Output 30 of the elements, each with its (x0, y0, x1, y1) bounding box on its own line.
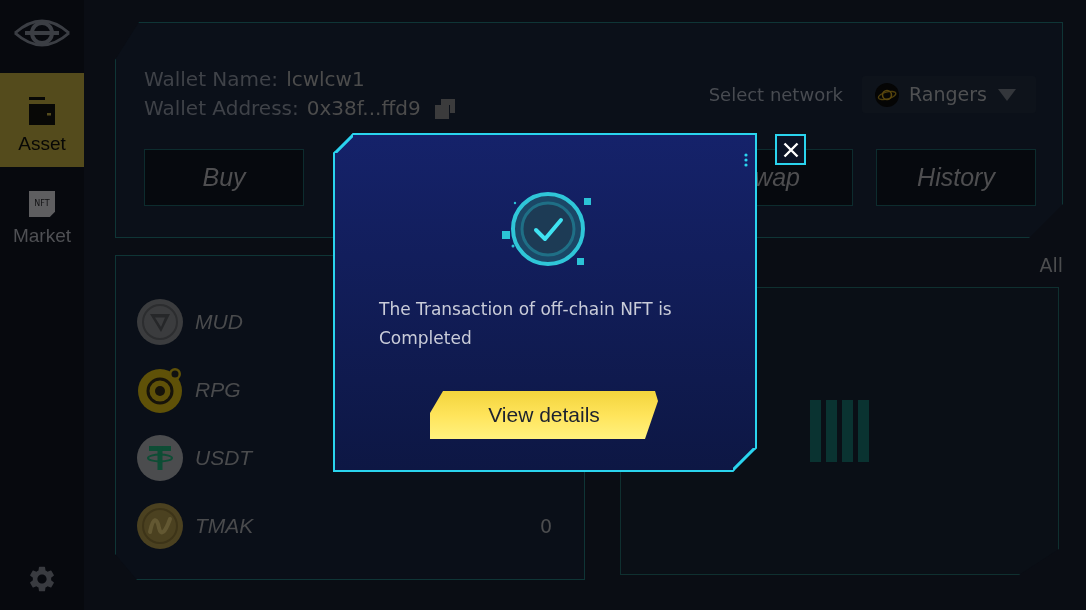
caret-icon (998, 88, 1016, 101)
view-details-button[interactable]: View details (430, 391, 658, 439)
network-coin-icon (875, 82, 899, 107)
network-label: Select network (708, 83, 843, 107)
sidebar-item[interactable]: Asset (0, 73, 84, 167)
wallet-icon (29, 97, 55, 125)
wallet-address: 0x38f...ffd9 (306, 95, 421, 122)
close-button[interactable] (775, 134, 806, 165)
sidebar-item[interactable]: NFT Market (0, 167, 84, 261)
token-name: TMAK (195, 513, 254, 540)
token-name: MUD (195, 309, 243, 336)
success-check-icon (501, 191, 593, 268)
token-name: USDT (195, 445, 253, 472)
empty-bars-icon (810, 400, 869, 462)
token-amount: 0 (539, 513, 552, 539)
close-icon (782, 141, 799, 158)
coin-icon (137, 435, 183, 481)
coin-icon (137, 503, 183, 549)
dots-icon (744, 153, 748, 167)
nft-tile: NFT (29, 191, 55, 217)
copy-icon[interactable] (434, 98, 455, 119)
settings-icon[interactable] (30, 566, 54, 592)
filter-button[interactable]: All (1039, 250, 1063, 280)
action-button[interactable]: Buy (144, 149, 304, 206)
action-button[interactable]: History (876, 149, 1036, 206)
dialog-message: The Transaction of off-chain NFT is Completed (379, 298, 673, 350)
wallet-name: lcwlcw1 (286, 66, 365, 93)
token-name: RPG (195, 377, 241, 404)
coin-icon (137, 299, 183, 345)
coin-icon (137, 367, 183, 413)
